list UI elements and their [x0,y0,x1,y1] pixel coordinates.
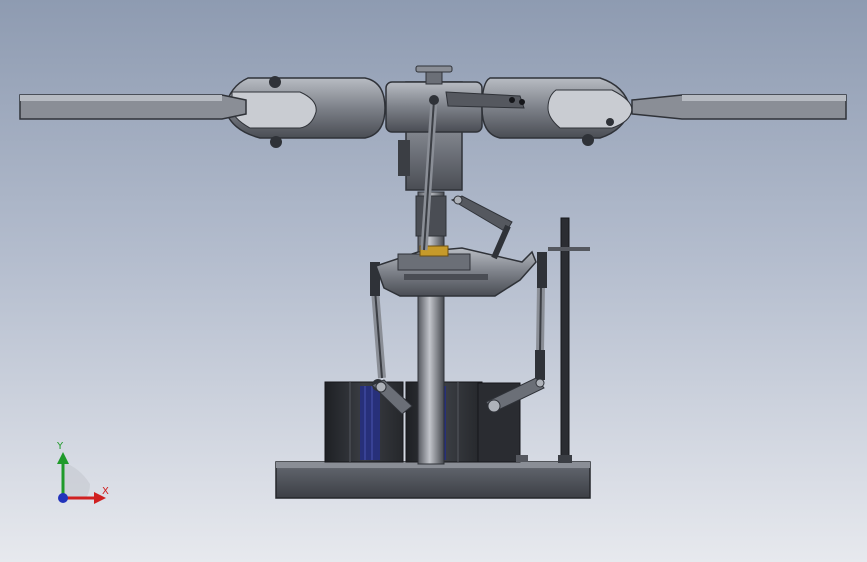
triad-plane-shading [63,462,90,498]
helicopter-rotor-head-model[interactable] [0,0,867,562]
flybar-support-rod [548,217,590,463]
rotor-blade-right [631,94,847,120]
y-axis-label: Y [57,441,64,452]
rotor-blade-left [19,94,247,120]
coordinate-triad: Y X [40,440,120,510]
x-axis-label: X [102,486,109,497]
blade-grip-left [224,76,386,148]
head-button [415,65,453,73]
z-axis-arrow [58,493,68,503]
swashplate [375,245,537,297]
shaft-collar [415,195,447,237]
cad-viewport[interactable]: Y X [0,0,867,562]
base-plate [275,461,591,499]
pushrod-right [535,252,547,380]
